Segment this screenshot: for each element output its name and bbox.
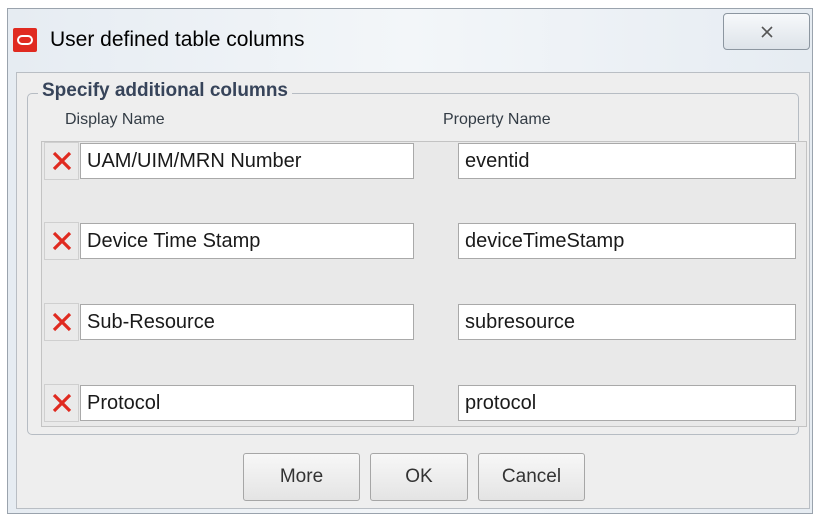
property-name-header: Property Name [443, 111, 551, 128]
display-name-header: Display Name [65, 111, 165, 128]
columns-table: UAM/UIM/MRN Number eventid Device Time S… [41, 141, 807, 427]
delete-row-button[interactable] [44, 222, 79, 260]
title-bar: User defined table columns [8, 9, 812, 73]
property-name-field[interactable]: protocol [458, 385, 796, 421]
property-name-field[interactable]: eventid [458, 143, 796, 179]
delete-x-icon [52, 231, 71, 251]
delete-row-button[interactable] [44, 384, 79, 422]
more-button[interactable]: More [243, 453, 360, 501]
display-name-field[interactable]: Device Time Stamp [80, 223, 414, 259]
close-button[interactable] [723, 13, 810, 50]
table-row: UAM/UIM/MRN Number eventid [42, 142, 808, 180]
delete-row-button[interactable] [44, 303, 79, 341]
property-name-field[interactable]: deviceTimeStamp [458, 223, 796, 259]
property-name-field[interactable]: subresource [458, 304, 796, 340]
table-row: Device Time Stamp deviceTimeStamp [42, 222, 808, 260]
delete-x-icon [52, 312, 71, 332]
display-name-field[interactable]: Sub-Resource [80, 304, 414, 340]
ok-button[interactable]: OK [370, 453, 468, 501]
delete-x-icon [52, 393, 71, 413]
table-row: Sub-Resource subresource [42, 303, 808, 341]
dialog-content: Specify additional columns Display Name … [16, 72, 810, 509]
window-title: User defined table columns [50, 28, 305, 51]
display-name-field[interactable]: Protocol [80, 385, 414, 421]
dialog-window: User defined table columns Specify addit… [7, 8, 813, 514]
table-row: Protocol protocol [42, 384, 808, 422]
display-name-field[interactable]: UAM/UIM/MRN Number [80, 143, 414, 179]
close-icon [760, 25, 773, 38]
delete-row-button[interactable] [44, 142, 79, 180]
group-title: Specify additional columns [38, 80, 292, 102]
delete-x-icon [52, 151, 71, 171]
oracle-icon [13, 28, 37, 52]
cancel-button[interactable]: Cancel [478, 453, 585, 501]
